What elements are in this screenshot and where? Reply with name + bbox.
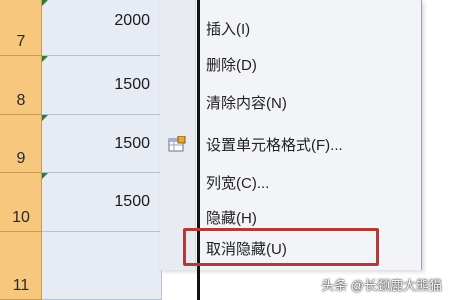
comment-indicator-icon xyxy=(42,173,48,179)
menu-item-column-width[interactable]: 列宽(C)... xyxy=(206,172,269,193)
row-header-10[interactable]: 10 xyxy=(0,173,42,232)
cell[interactable]: 2000 xyxy=(42,0,162,56)
cell-value: 1500 xyxy=(114,135,150,152)
row-headers: 7 8 9 10 11 xyxy=(0,0,42,300)
row-header-11[interactable]: 11 xyxy=(0,232,42,300)
comment-indicator-icon xyxy=(42,56,48,62)
highlight-box xyxy=(183,228,379,266)
cell[interactable]: 1500 xyxy=(42,56,162,115)
cell-value: 1500 xyxy=(114,193,150,210)
format-cells-icon xyxy=(168,136,186,152)
menu-item-hide[interactable]: 隐藏(H) xyxy=(206,207,257,228)
cell[interactable]: 1500 xyxy=(42,173,162,232)
row-number: 10 xyxy=(12,209,30,226)
cell[interactable] xyxy=(42,232,162,300)
menu-item-insert[interactable]: 插入(I) xyxy=(206,18,250,39)
comment-indicator-icon xyxy=(42,0,48,6)
cell-value: 2000 xyxy=(114,12,150,29)
cell[interactable]: 1500 xyxy=(42,115,162,173)
watermark: 头条 @长颈鹿大熊猫 xyxy=(321,278,442,293)
cell-value: 1500 xyxy=(114,76,150,93)
menu-item-delete[interactable]: 删除(D) xyxy=(206,54,257,75)
row-number: 7 xyxy=(16,33,26,50)
row-number: 9 xyxy=(16,150,26,167)
comment-indicator-icon xyxy=(42,115,48,121)
row-number: 8 xyxy=(16,92,26,109)
column-b: 2000 1500 1500 1500 xyxy=(42,0,162,300)
row-header-9[interactable]: 9 xyxy=(0,115,42,173)
row-number: 11 xyxy=(12,277,30,294)
menu-item-clear-contents[interactable]: 清除内容(N) xyxy=(206,92,287,113)
menu-item-format-cells[interactable]: 设置单元格格式(F)... xyxy=(206,134,343,155)
row-header-8[interactable]: 8 xyxy=(0,56,42,115)
row-header-7[interactable]: 7 xyxy=(0,0,42,56)
